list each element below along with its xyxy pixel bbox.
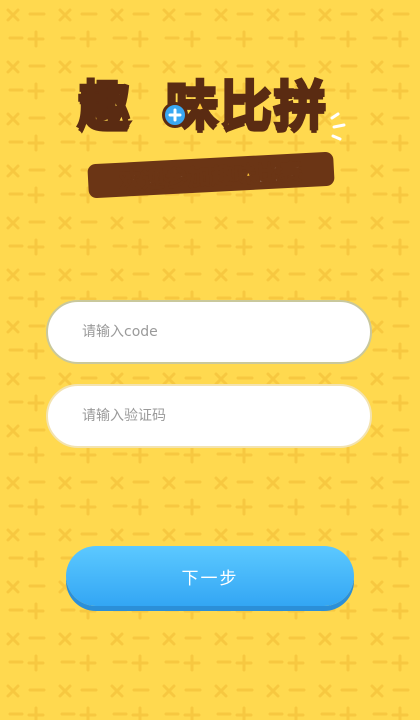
- app-logo: 趣味比拼 欢迎参加 趣味 比赛: [60, 72, 360, 202]
- plus-icon: [162, 102, 188, 128]
- sparkle-icon: [328, 112, 354, 142]
- code-input[interactable]: [48, 302, 370, 362]
- code-field[interactable]: [46, 300, 372, 364]
- next-step-button[interactable]: 下一步: [66, 546, 354, 606]
- logo-subtitle: 欢迎参加 趣味 比赛: [87, 151, 335, 199]
- logo-title: 趣味比拼: [76, 76, 329, 139]
- verification-code-field[interactable]: [46, 384, 372, 448]
- verification-code-input[interactable]: [48, 386, 370, 446]
